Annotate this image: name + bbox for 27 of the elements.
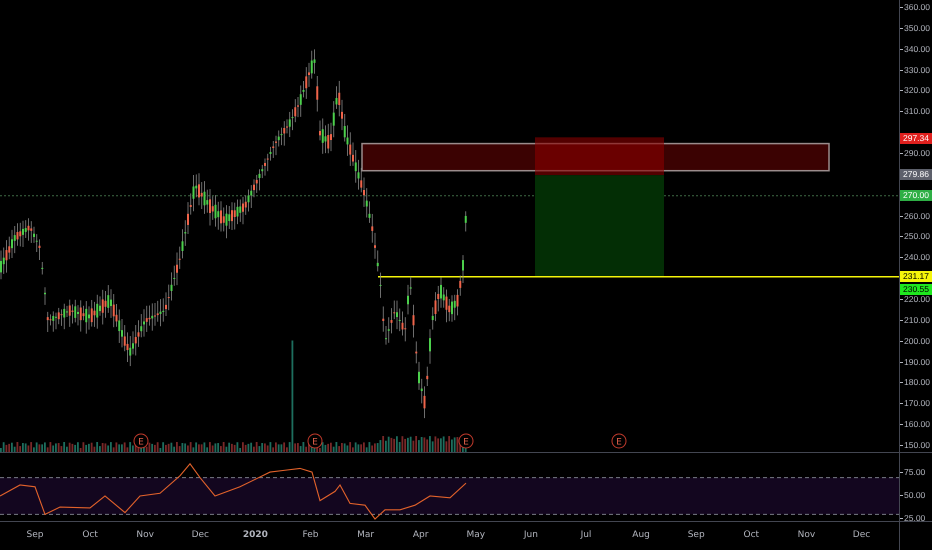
earnings-marker[interactable]: E (134, 434, 148, 448)
time-axis-label: Dec (192, 530, 209, 540)
price-label: 279.86 (900, 169, 932, 180)
time-axis-label: May (466, 530, 486, 540)
earnings-marker[interactable]: E (308, 434, 322, 448)
earnings-marker[interactable]: E (612, 434, 626, 448)
time-axis-label: Sep (688, 530, 705, 540)
price-label: 270.00 (900, 190, 932, 201)
time-axis-label: Nov (798, 530, 816, 540)
earnings-marker[interactable]: E (458, 434, 474, 448)
time-axis-label: Sep (26, 530, 44, 540)
time-axis-label: Feb (302, 530, 318, 540)
time-axis-label: Apr (412, 530, 428, 540)
time-axis-label: Oct (82, 530, 98, 540)
time-axis-label: Dec (852, 530, 870, 540)
time-axis-label: Mar (357, 530, 374, 540)
price-label: 230.55 (900, 284, 932, 296)
time-axis-label: Jul (580, 530, 592, 540)
price-label: 297.34 (900, 132, 932, 144)
time-axis-label: Oct (744, 530, 760, 540)
time-axis-label: Jun (524, 530, 538, 540)
time-axis-label: Aug (632, 530, 650, 540)
stop-loss-area[interactable] (535, 137, 664, 176)
time-axis-label: Nov (136, 530, 154, 540)
resistance-zone[interactable] (361, 142, 830, 172)
price-label: 231.17 (900, 270, 932, 282)
time-axis-label: 2020 (242, 530, 268, 540)
